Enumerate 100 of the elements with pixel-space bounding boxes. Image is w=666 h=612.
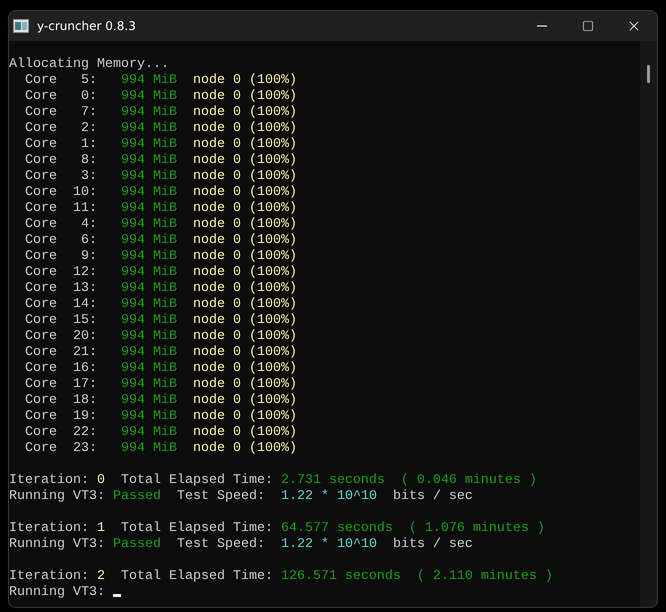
terminal-text: node 0 (100%) <box>192 265 297 280</box>
terminal-text: node 0 (100%) <box>192 409 297 424</box>
terminal-text: node 0 (100%) <box>192 89 297 104</box>
terminal-text: 994 MiB <box>120 393 177 408</box>
terminal-text: 994 MiB <box>120 73 177 88</box>
terminal-text: Core 3: <box>24 169 97 184</box>
terminal-text: Core 16: <box>24 361 97 376</box>
terminal-text: 1.22 * 10^10 <box>280 537 377 552</box>
maximize-icon <box>582 20 594 32</box>
terminal-text: node 0 (100%) <box>192 377 297 392</box>
terminal-text: 64.577 seconds ( 1.076 minutes ) <box>280 521 545 536</box>
terminal-text: 1.22 * 10^10 <box>280 489 377 504</box>
terminal-text: node 0 (100%) <box>192 425 297 440</box>
terminal-text: 994 MiB <box>120 137 177 152</box>
terminal-text: 994 MiB <box>120 297 177 312</box>
terminal-text: node 0 (100%) <box>192 137 297 152</box>
terminal-text: Core 9: <box>24 249 97 264</box>
terminal-text: 0 <box>96 473 105 488</box>
minimize-icon <box>537 25 547 27</box>
terminal-text: node 0 (100%) <box>192 441 297 456</box>
terminal-text: Total Elapsed Time: <box>120 569 273 584</box>
terminal-text: Core 22: <box>24 425 97 440</box>
terminal-text: bits / sec <box>392 537 473 552</box>
terminal-text: Test Speed: <box>176 489 265 504</box>
terminal-text: Core 4: <box>24 217 97 232</box>
terminal-text: node 0 (100%) <box>192 217 297 232</box>
terminal-text: node 0 (100%) <box>192 393 297 408</box>
terminal-text: 994 MiB <box>120 425 177 440</box>
terminal-text: node 0 (100%) <box>192 249 297 264</box>
terminal-text: Core 13: <box>24 281 97 296</box>
terminal-text: 994 MiB <box>120 105 177 120</box>
terminal-text: 994 MiB <box>120 441 177 456</box>
window-title: y-cruncher 0.8.3 <box>37 19 137 33</box>
terminal-text: 994 MiB <box>120 345 177 360</box>
terminal-text: 994 MiB <box>120 329 177 344</box>
terminal-text: Allocating Memory... <box>9 57 169 72</box>
terminal-text: 2 <box>96 569 105 584</box>
terminal-text: 994 MiB <box>120 313 177 328</box>
terminal-text: node 0 (100%) <box>192 329 297 344</box>
terminal-text: Passed <box>112 537 161 552</box>
scrollbar-thumb[interactable] <box>647 65 650 83</box>
terminal-text: Core 0: <box>24 89 97 104</box>
terminal-text: Core 2: <box>24 121 97 136</box>
terminal-text: node 0 (100%) <box>192 297 297 312</box>
terminal-text: node 0 (100%) <box>192 313 297 328</box>
terminal-text: node 0 (100%) <box>192 201 297 216</box>
terminal-text: Core 18: <box>24 393 97 408</box>
terminal-text: 994 MiB <box>120 153 177 168</box>
terminal-text: Core 12: <box>24 265 97 280</box>
terminal-text: Iteration: <box>9 473 89 488</box>
terminal-text: Core 8: <box>24 153 97 168</box>
terminal-text: Running VT3: <box>9 537 105 552</box>
terminal-text: 126.571 seconds ( 2.110 minutes ) <box>280 569 553 584</box>
terminal-text: node 0 (100%) <box>192 233 297 248</box>
terminal-text: Running VT3: <box>9 585 105 600</box>
terminal-text: 994 MiB <box>120 233 177 248</box>
terminal-text: node 0 (100%) <box>192 281 297 296</box>
terminal-text: node 0 (100%) <box>192 121 297 136</box>
text-cursor <box>112 594 121 597</box>
terminal-text: 1 <box>96 521 105 536</box>
terminal-text: node 0 (100%) <box>192 361 297 376</box>
terminal-text: Iteration: <box>9 569 89 584</box>
terminal-text: 994 MiB <box>120 265 177 280</box>
terminal-text: 994 MiB <box>120 201 177 216</box>
terminal-text: 994 MiB <box>120 121 177 136</box>
app-icon <box>13 19 29 33</box>
terminal-text: Total Elapsed Time: <box>120 521 273 536</box>
terminal-text: node 0 (100%) <box>192 169 297 184</box>
terminal-text: Core 21: <box>24 345 97 360</box>
terminal-text: node 0 (100%) <box>192 185 297 200</box>
terminal-text: Test Speed: <box>176 537 265 552</box>
terminal-text: Core 14: <box>24 297 97 312</box>
terminal-text: node 0 (100%) <box>192 105 297 120</box>
terminal-text: 994 MiB <box>120 185 177 200</box>
terminal-text: Iteration: <box>9 521 89 536</box>
terminal-text: Core 15: <box>24 313 97 328</box>
terminal-text: Passed <box>112 489 161 504</box>
terminal-text: Core 5: <box>24 73 97 88</box>
scrollbar[interactable] <box>640 41 657 607</box>
terminal-text: 994 MiB <box>120 89 177 104</box>
terminal-text: Running VT3: <box>9 489 105 504</box>
terminal-text: 994 MiB <box>120 281 177 296</box>
terminal-text: Total Elapsed Time: <box>120 473 273 488</box>
terminal-text: 994 MiB <box>120 217 177 232</box>
terminal-text: bits / sec <box>392 489 473 504</box>
terminal-text: Core 20: <box>24 329 97 344</box>
terminal-text: 2.731 seconds ( 0.046 minutes ) <box>280 473 537 488</box>
terminal-text: node 0 (100%) <box>192 73 297 88</box>
terminal-text: 994 MiB <box>120 361 177 376</box>
terminal-text: Core 23: <box>24 441 97 456</box>
terminal-text: node 0 (100%) <box>192 153 297 168</box>
terminal-text: 994 MiB <box>120 377 177 392</box>
terminal-text: Core 7: <box>24 105 97 120</box>
terminal-text: Core 17: <box>24 377 97 392</box>
terminal-text: Core 1: <box>24 137 97 152</box>
terminal-text: Core 6: <box>24 233 97 248</box>
terminal-text: 994 MiB <box>120 409 177 424</box>
terminal-text: node 0 (100%) <box>192 345 297 360</box>
terminal-text: 994 MiB <box>120 169 177 184</box>
terminal-text: 994 MiB <box>120 249 177 264</box>
